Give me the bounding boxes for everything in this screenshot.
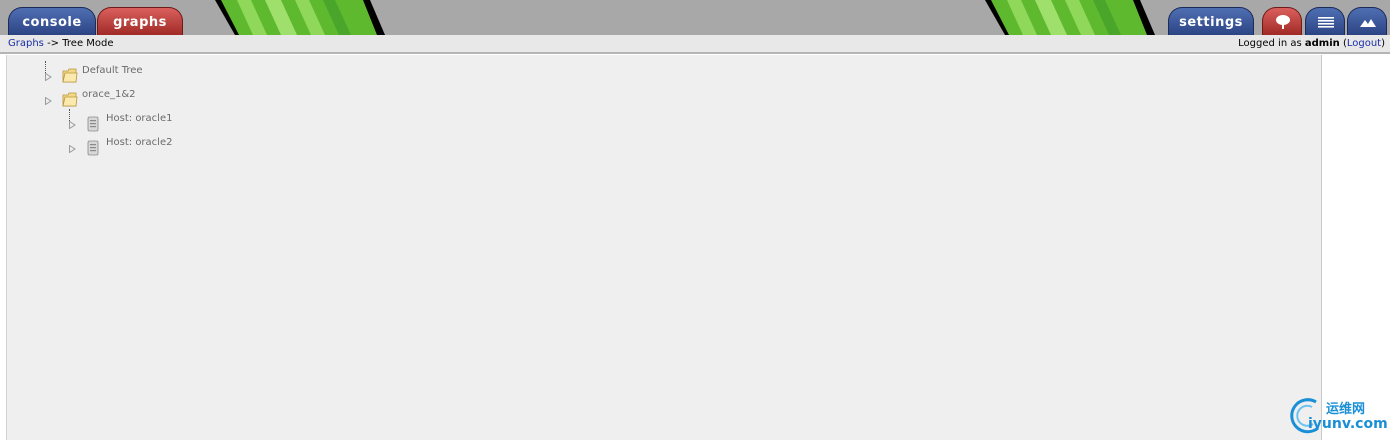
tree-node-label[interactable]: Host: oracle1 — [106, 110, 172, 128]
host-server-icon — [87, 116, 99, 132]
tree-node-default-tree[interactable]: Default Tree — [45, 61, 245, 85]
graphs-tab[interactable]: graphs — [97, 7, 183, 35]
watermark-domain-text: iyunv.com — [1308, 416, 1388, 432]
breadcrumb-bar: Graphs -> Tree Mode Logged in as admin (… — [0, 35, 1390, 54]
tree-node-host-oracle2[interactable]: Host: oracle2 — [69, 137, 269, 157]
expand-arrow-icon[interactable] — [45, 73, 52, 81]
tree-node-label[interactable]: Host: oracle2 — [106, 134, 172, 152]
breadcrumb-separator: -> — [47, 38, 60, 49]
tree-view-tab[interactable] — [1262, 7, 1302, 35]
graph-tree-pane: Default Tree orace_1&2 Host: oracle1 Hos… — [6, 55, 1322, 440]
expand-arrow-icon[interactable] — [69, 121, 76, 129]
watermark-chinese-text: 运维网 — [1326, 402, 1366, 417]
list-view-icon — [1318, 17, 1334, 28]
expand-arrow-icon[interactable] — [45, 97, 52, 105]
folder-icon — [62, 92, 78, 107]
cactus-logo-left — [215, 0, 385, 35]
console-tab[interactable]: console — [8, 7, 96, 35]
list-view-tab[interactable] — [1305, 7, 1345, 35]
top-tab-bar: console graphs settings — [0, 0, 1390, 35]
expand-arrow-icon[interactable] — [69, 145, 76, 153]
logout-link[interactable]: Logout — [1347, 38, 1381, 49]
login-status: Logged in as admin (Logout) — [1238, 35, 1385, 52]
tree-node-host-oracle1[interactable]: Host: oracle1 — [69, 109, 269, 133]
host-server-icon — [87, 140, 99, 156]
tree-node-label[interactable]: orace_1&2 — [82, 86, 136, 104]
folder-icon — [62, 68, 78, 83]
graph-content-pane — [1322, 55, 1390, 440]
tree-node-orace-1-2[interactable]: orace_1&2 — [45, 89, 245, 109]
tree-node-label[interactable]: Default Tree — [82, 62, 143, 80]
settings-tab[interactable]: settings — [1168, 7, 1254, 35]
breadcrumb: Graphs -> Tree Mode — [8, 35, 114, 52]
preview-view-tab[interactable] — [1347, 7, 1387, 35]
login-username: admin — [1304, 38, 1340, 49]
preview-view-icon — [1360, 19, 1376, 27]
breadcrumb-link-graphs[interactable]: Graphs — [8, 38, 44, 49]
login-prefix: Logged in as — [1238, 38, 1302, 49]
breadcrumb-current: Tree Mode — [62, 38, 114, 49]
watermark: 运维网 iyunv.com — [1286, 394, 1390, 440]
logout-close-paren: ) — [1381, 38, 1385, 49]
cactus-logo-right — [985, 0, 1155, 35]
tree-view-icon — [1276, 15, 1290, 29]
